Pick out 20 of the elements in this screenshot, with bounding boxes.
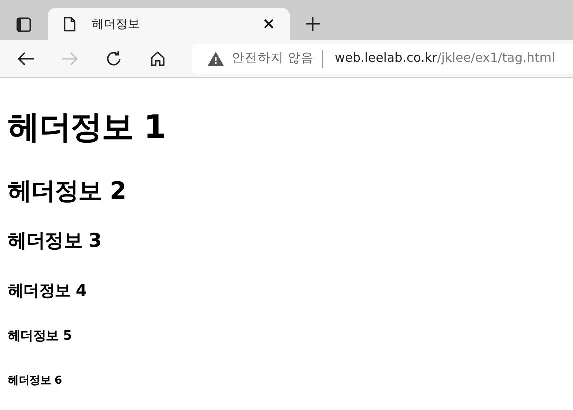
home-icon [150, 50, 166, 66]
heading: 헤더정보 1 [8, 108, 167, 146]
refresh-icon [105, 50, 123, 68]
heading: 헤더정보 5 [8, 329, 74, 345]
page-icon [64, 16, 76, 32]
forward-arrow-icon [61, 52, 79, 66]
url-text: web.leelab.co.kr/jklee/ex1/tag.html [334, 49, 556, 68]
heading: 헤더정보 4 [8, 280, 88, 300]
warning-icon[interactable] [208, 52, 224, 66]
back-arrow-icon [17, 52, 35, 66]
heading: 헤더정보 2 [8, 177, 128, 206]
security-label: 안전하지 않음 [232, 49, 314, 68]
heading: 헤더정보 3 [8, 230, 103, 253]
address-bar[interactable]: 안전하지 않음 web.leelab.co.kr/jklee/ex1/tag.html [192, 44, 573, 74]
tab-title: 헤더정보 [92, 16, 140, 33]
heading: 헤더정보 6 [8, 374, 64, 387]
browser-tab[interactable]: 헤더정보 [48, 8, 290, 40]
tab-actions-icon[interactable] [16, 17, 32, 33]
new-tab-icon[interactable] [306, 17, 320, 31]
close-icon[interactable] [264, 19, 274, 29]
